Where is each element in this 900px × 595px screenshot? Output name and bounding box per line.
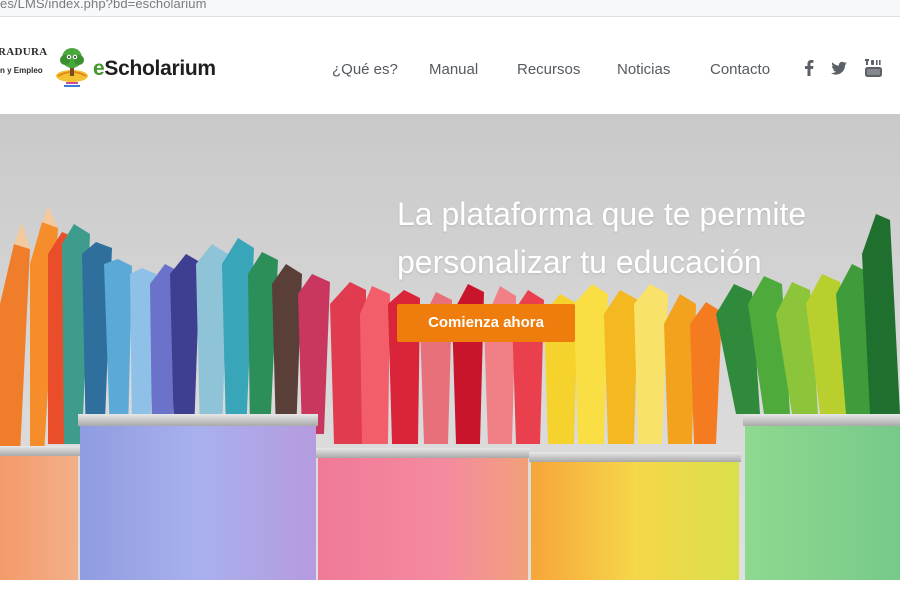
brand-name-prefix: e (93, 57, 105, 80)
nav-item-que-es[interactable]: ¿Qué es? (332, 61, 398, 78)
youtube-icon[interactable] (864, 58, 884, 78)
government-logo-line1: RADURA (0, 46, 48, 58)
facebook-icon[interactable] (799, 58, 819, 78)
brand-name[interactable]: eScholarium (93, 57, 216, 81)
hero-banner: La plataforma que te permite personaliza… (0, 114, 900, 580)
brand-name-rest: Scholarium (104, 57, 216, 80)
nav-item-manual[interactable]: Manual (429, 61, 478, 78)
nav-item-contacto[interactable]: Contacto (710, 61, 770, 78)
url-text[interactable]: es/LMS/index.php?bd=escholarium (0, 0, 207, 11)
pencil-cans (0, 414, 900, 580)
browser-url-bar[interactable]: es/LMS/index.php?bd=escholarium (0, 0, 900, 17)
government-logo[interactable]: RADURA n y Empleo (0, 46, 48, 86)
comienza-ahora-button[interactable]: Comienza ahora (397, 304, 575, 342)
colored-pencils-image (0, 206, 900, 580)
nav-item-recursos[interactable]: Recursos (517, 61, 580, 78)
tree-book-icon[interactable] (52, 46, 92, 88)
nav-item-noticias[interactable]: Noticias (617, 61, 670, 78)
government-logo-line2: n y Empleo (0, 66, 43, 75)
page-bottom (0, 580, 900, 595)
hero-title: La plataforma que te permite personaliza… (397, 196, 807, 280)
twitter-icon[interactable] (829, 58, 849, 78)
